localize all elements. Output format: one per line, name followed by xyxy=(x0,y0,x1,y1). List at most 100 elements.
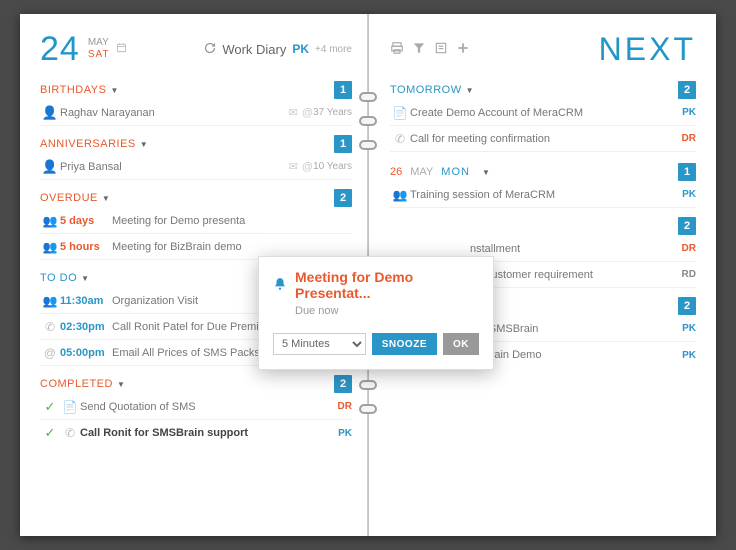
list-icon[interactable] xyxy=(434,41,448,58)
print-icon[interactable] xyxy=(390,41,404,58)
age-label: 37 Years xyxy=(313,107,352,118)
day-dow: MON xyxy=(441,166,470,178)
group-icon: 👥 xyxy=(40,214,60,228)
group-icon: 👥 xyxy=(40,294,60,308)
task-text: nstallment xyxy=(390,243,672,255)
work-diary-label[interactable]: Work Diary xyxy=(222,42,286,57)
phone-icon: ✆ xyxy=(390,132,410,146)
doc-icon: 📄 xyxy=(60,400,80,414)
modal-actions: 5 Minutes SNOOZE OK xyxy=(273,333,479,355)
next-label[interactable]: NEXT xyxy=(599,31,696,68)
person-icon: 👤 xyxy=(40,159,60,175)
years-label: 10 Years xyxy=(313,161,352,172)
task-row[interactable]: 👥 Training session of MeraCRM PK xyxy=(390,182,696,208)
overdue-age: 5 hours xyxy=(60,241,112,253)
overdue-age: 5 days xyxy=(60,215,112,227)
filter-icon[interactable] xyxy=(412,41,426,58)
day-num: 26 xyxy=(390,166,402,178)
ok-button[interactable]: OK xyxy=(443,333,479,355)
refresh-icon[interactable] xyxy=(204,42,216,57)
section-completed[interactable]: COMPLETED ▼ 2 xyxy=(40,374,352,394)
group-icon: 👥 xyxy=(40,240,60,254)
left-header: 24 MAY SAT Work Diary PK +4 more xyxy=(40,26,352,72)
user-badge[interactable]: PK xyxy=(292,42,309,56)
at-icon[interactable]: @ xyxy=(302,161,313,173)
owner-tag: RD xyxy=(672,269,696,280)
check-icon: ✓ xyxy=(40,399,60,415)
caret-down-icon: ▼ xyxy=(110,86,118,95)
owner-tag: DR xyxy=(672,243,696,254)
section-label: ANNIVERSARIES xyxy=(40,138,136,150)
mail-icon[interactable]: ✉ xyxy=(289,106,298,119)
count-badge: 1 xyxy=(678,163,696,181)
section-label: COMPLETED xyxy=(40,378,113,390)
task-row[interactable]: ✆ Call for meeting confirmation DR xyxy=(390,126,696,152)
snooze-select[interactable]: 5 Minutes xyxy=(273,333,366,355)
birthday-row[interactable]: 👤 Raghav Narayanan ✉ @ 37 Years xyxy=(40,100,352,126)
task-text: Call Ronit for SMSBrain support xyxy=(80,427,328,439)
task-text: Training session of MeraCRM xyxy=(410,189,672,201)
caret-down-icon: ▼ xyxy=(102,194,110,203)
reminder-modal: Meeting for Demo Presentat... Due now 5 … xyxy=(258,256,494,370)
count-badge: 2 xyxy=(334,189,352,207)
count-badge: 1 xyxy=(334,81,352,99)
owner-tag: DR xyxy=(672,133,696,144)
section-label: TOMORROW xyxy=(390,84,462,96)
owner-tag: PK xyxy=(672,323,696,334)
owner-tag: DR xyxy=(328,401,352,412)
person-icon: 👤 xyxy=(40,105,60,121)
count-badge: 1 xyxy=(334,135,352,153)
overdue-row[interactable]: 👥 5 days Meeting for Demo presenta xyxy=(40,208,352,234)
count-badge: 2 xyxy=(678,217,696,235)
task-time: 05:00pm xyxy=(60,347,112,359)
section-label: TO DO xyxy=(40,272,77,284)
day-number[interactable]: 24 xyxy=(40,30,80,69)
group-icon: 👥 xyxy=(390,188,410,202)
count-badge: 2 xyxy=(334,375,352,393)
task-text: Send Quotation of SMS xyxy=(80,401,328,413)
modal-subtitle: Due now xyxy=(273,305,479,317)
caret-down-icon: ▼ xyxy=(466,86,474,95)
anniversary-row[interactable]: 👤 Priya Bansal ✉ @ 10 Years xyxy=(40,154,352,180)
owner-tag: PK xyxy=(328,428,352,439)
right-header: NEXT xyxy=(390,26,696,72)
section-anniversaries[interactable]: ANNIVERSARIES ▼ 1 xyxy=(40,134,352,154)
section-label: OVERDUE xyxy=(40,192,98,204)
owner-tag: PK xyxy=(672,189,696,200)
caret-down-icon: ▼ xyxy=(140,140,148,149)
at-icon: @ xyxy=(40,346,60,360)
header-toolbar xyxy=(390,41,470,58)
more-count[interactable]: +4 more xyxy=(315,44,352,55)
task-row[interactable]: 📄 Create Demo Account of MeraCRM PK xyxy=(390,100,696,126)
count-badge: 2 xyxy=(678,81,696,99)
section-label: BIRTHDAYS xyxy=(40,84,106,96)
binding-rings xyxy=(359,92,377,164)
at-icon[interactable]: @ xyxy=(302,107,313,119)
count-badge: 2 xyxy=(678,297,696,315)
section-overdue[interactable]: OVERDUE ▼ 2 xyxy=(40,188,352,208)
section-tomorrow[interactable]: TOMORROW ▼ 2 xyxy=(390,80,696,100)
section-block-2[interactable]: 2 xyxy=(390,216,696,236)
caret-down-icon: ▼ xyxy=(117,380,125,389)
person-name: Raghav Narayanan xyxy=(60,107,285,119)
section-26-may[interactable]: 26 MAY MON ▼ 1 xyxy=(390,162,696,182)
task-text: Call for meeting confirmation xyxy=(410,133,672,145)
bell-icon xyxy=(273,277,287,294)
person-name: Priya Bansal xyxy=(60,161,285,173)
calendar-icon[interactable] xyxy=(116,42,127,56)
completed-row[interactable]: ✓ ✆ Call Ronit for SMSBrain support PK xyxy=(40,420,352,446)
left-header-right: Work Diary PK +4 more xyxy=(204,42,352,57)
task-text: Meeting for Demo presenta xyxy=(112,215,352,227)
caret-down-icon: ▼ xyxy=(482,168,490,177)
section-birthdays[interactable]: BIRTHDAYS ▼ 1 xyxy=(40,80,352,100)
mail-icon[interactable]: ✉ xyxy=(289,160,298,173)
snooze-button[interactable]: SNOOZE xyxy=(372,333,437,355)
dow-label: SAT xyxy=(88,49,110,61)
task-time: 11:30am xyxy=(60,295,112,307)
month-label: MAY xyxy=(88,37,110,49)
phone-icon: ✆ xyxy=(60,426,80,440)
completed-row[interactable]: ✓ 📄 Send Quotation of SMS DR xyxy=(40,394,352,420)
add-icon[interactable] xyxy=(456,41,470,58)
day-month: MAY xyxy=(410,166,433,178)
phone-icon: ✆ xyxy=(40,320,60,334)
